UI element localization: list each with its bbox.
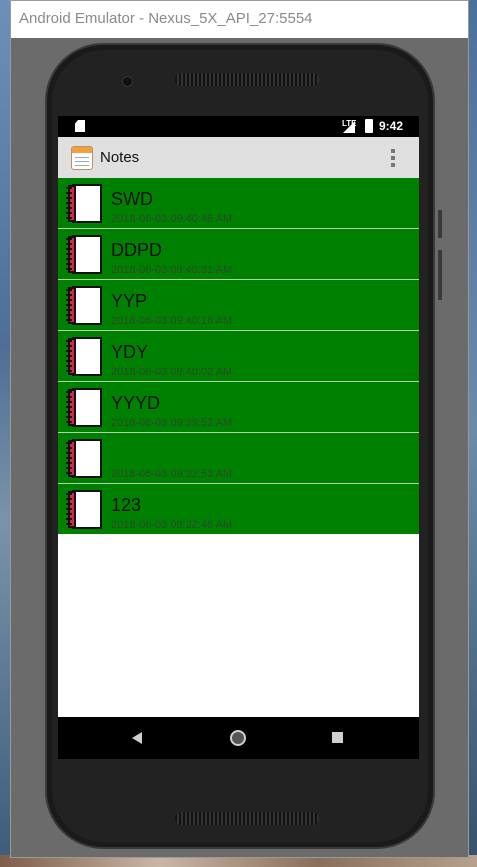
power-button[interactable] [438, 210, 442, 238]
back-icon[interactable] [132, 732, 142, 744]
list-item[interactable]: SWD 2018-06-03 09:40:46 AM [58, 178, 419, 229]
battery-icon [365, 119, 373, 133]
note-timestamp: 2018-06-03 09:40:16 AM [111, 315, 233, 327]
window-title: Android Emulator - Nexus_5X_API_27:5554 [19, 10, 313, 27]
list-item[interactable]: YYYD 2018-06-03 09:39:52 AM [58, 382, 419, 433]
note-title: YYYD [111, 393, 161, 413]
device-screen: LTE 9:42 Notes SWD 2018-06-03 09:40:46 A… [58, 116, 419, 759]
note-title: 123 [111, 495, 142, 515]
bottom-speaker-grille [175, 812, 319, 825]
status-bar: LTE 9:42 [58, 116, 419, 137]
front-camera [122, 76, 133, 87]
notebook-icon [66, 286, 102, 325]
home-icon[interactable] [230, 730, 246, 746]
note-timestamp: 2018-06-03 09:40:02 AM [111, 366, 233, 378]
list-item[interactable]: 2018-06-03 09:22:53 AM [58, 433, 419, 484]
note-timestamp: 2018-06-03 09:40:46 AM [111, 213, 233, 225]
top-speaker-grille [175, 73, 319, 86]
note-title: YYP [111, 291, 148, 311]
notebook-icon [66, 235, 102, 274]
note-title: SWD [111, 189, 153, 209]
recents-icon[interactable] [332, 732, 343, 743]
overflow-menu-icon[interactable] [386, 147, 400, 169]
notebook-icon [66, 337, 102, 376]
sd-card-icon [75, 120, 85, 132]
note-timestamp: 2018-06-03 09:22:53 AM [111, 468, 233, 480]
list-item[interactable]: YYP 2018-06-03 09:40:16 AM [58, 280, 419, 331]
note-timestamp: 2018-06-03 09:22:46 AM [111, 519, 233, 531]
action-bar: Notes [58, 137, 419, 178]
notebook-icon [66, 439, 102, 478]
notebook-icon [66, 184, 102, 223]
volume-button[interactable] [438, 250, 442, 300]
note-timestamp: 2018-06-03 09:40:31 AM [111, 264, 233, 276]
note-title: YDY [111, 342, 149, 362]
note-timestamp: 2018-06-03 09:39:52 AM [111, 417, 233, 429]
navigation-bar [58, 717, 419, 759]
window-titlebar[interactable]: Android Emulator - Nexus_5X_API_27:5554 [11, 1, 468, 38]
desktop-background-right [468, 0, 477, 867]
notes-list: SWD 2018-06-03 09:40:46 AM DDPD 2018-06-… [58, 178, 419, 534]
list-item[interactable]: 123 2018-06-03 09:22:46 AM [58, 484, 419, 534]
list-item[interactable]: YDY 2018-06-03 09:40:02 AM [58, 331, 419, 382]
notebook-icon [66, 388, 102, 427]
note-title: DDPD [111, 240, 163, 260]
signal-icon [343, 121, 355, 133]
app-title: Notes [100, 149, 140, 166]
notepad-icon [71, 146, 93, 170]
list-item[interactable]: DDPD 2018-06-03 09:40:31 AM [58, 229, 419, 280]
clock: 9:42 [379, 119, 404, 133]
notebook-icon [66, 490, 102, 529]
